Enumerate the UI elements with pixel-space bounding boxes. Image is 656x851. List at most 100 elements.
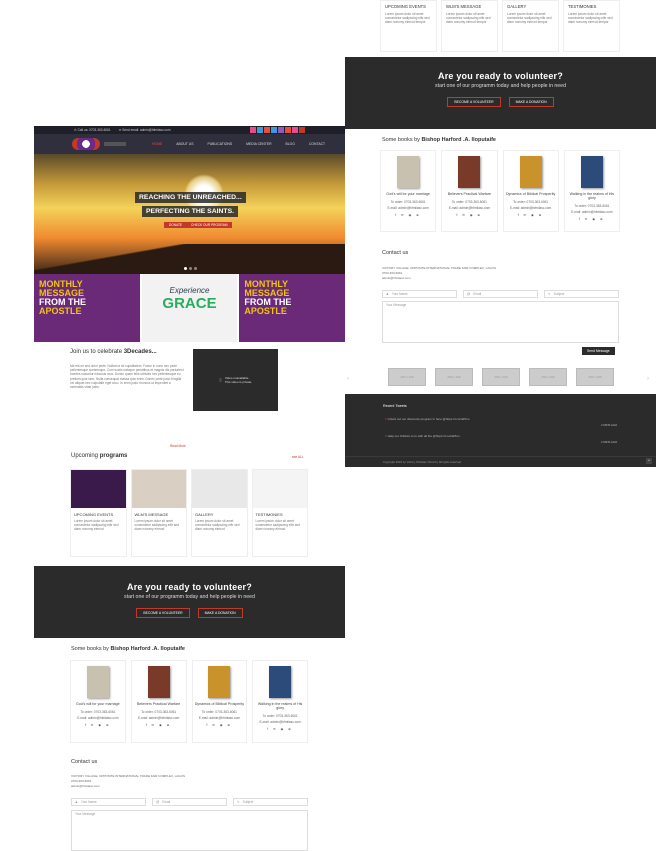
book-card[interactable]: God's will for your marriage To order: 07… [380, 150, 437, 232]
experience-grace-banner[interactable]: Experience GRACE [141, 274, 238, 342]
main-nav: HOME ABOUT US PUBLICATIONS MEDIA CENTER … [34, 134, 345, 154]
nav-publications[interactable]: PUBLICATIONS [207, 142, 232, 146]
ad-slot[interactable]: 250 x 100 [576, 368, 614, 386]
subject-input[interactable]: ✎ Subject [233, 798, 308, 806]
join-text: Ma est mi sed dolor pede. Nullam a sit c… [70, 364, 184, 390]
social-icons[interactable]: f ✉ ◉ ⊕ [567, 217, 617, 221]
monthly-message-banner[interactable]: MONTHLY MESSAGE FROM THE APOSTLE [239, 274, 346, 342]
social-icons[interactable]: f ✉ ◉ ⊕ [506, 213, 556, 217]
ad-slot[interactable]: 250 x 100 [529, 368, 567, 386]
card-text: Lorem ipsum dolor sit amet consectetur s… [134, 519, 179, 532]
book-card[interactable]: Dynamics of Biblical Prosperity To order:… [502, 150, 559, 232]
book-card[interactable]: Believers Practical Warfare To order: 070… [441, 150, 498, 232]
social-icons[interactable]: f ✉ ◉ ⊕ [255, 727, 305, 731]
linkedin-icon[interactable] [271, 127, 277, 133]
book-card[interactable]: Believers Practical Warfare To order: 070… [130, 660, 187, 743]
monthly-message-banner[interactable]: MONTHLY MESSAGE FROM THE APOSTLE [34, 274, 140, 342]
top-bar: ✆ Call us: 0703-363-6061 ✉ Send email: a… [34, 126, 345, 134]
right-books-title: Some books by Bishop Harford .A. Iloputa… [382, 137, 496, 143]
video-player[interactable]: ⓘ Video unavailable This video is private. [193, 349, 278, 411]
slider-dots[interactable] [184, 267, 197, 270]
tweet-2: ♥ Help our children to to with all the @… [385, 434, 460, 438]
ad-slot[interactable]: 250 x 100 [482, 368, 520, 386]
social-links [250, 127, 305, 133]
email-input[interactable]: @ Email [152, 798, 227, 806]
book-title: God's will for your marriage [76, 702, 120, 706]
twitter-icon[interactable] [257, 127, 263, 133]
card-testimonies[interactable]: TESTIMONIES Lorem ipsum dolor sit amet co… [251, 469, 308, 557]
message-textarea[interactable]: Your Message [71, 810, 308, 851]
name-input[interactable]: ♟ Your Name [71, 798, 146, 806]
rss-icon[interactable] [292, 127, 298, 133]
donate-button[interactable]: DONATE [164, 222, 188, 228]
book-cover [86, 666, 109, 698]
card-upcoming-events[interactable]: UPCOMING EVENTS Lorem ipsum dolor sit ame… [380, 0, 437, 52]
book-card[interactable]: Walking in the realms of His glory To ord… [252, 660, 308, 743]
scroll-top-icon[interactable]: ^ [646, 458, 652, 464]
card-gallery[interactable]: GALLERY Lorem ipsum dolor sit amet consec… [502, 0, 559, 52]
contact-email: admin@hfmiiasc.com [382, 276, 411, 280]
card-wlm-message[interactable]: WLM'S MESSAGE Lorem ipsum dolor sit amet … [441, 0, 498, 52]
book-card[interactable]: God's will for your marriage To order: 07… [70, 660, 126, 743]
carousel-prev-icon[interactable]: ‹ [347, 376, 349, 382]
check-program-button[interactable]: CHECK OUR PROGRAM [186, 222, 233, 228]
right-footer: Recent Tweets ♥ Check out our discounts … [345, 394, 656, 467]
book-card[interactable]: Dynamics of Biblical Prosperity To order:… [191, 660, 248, 743]
facebook-icon[interactable] [250, 127, 256, 133]
instagram-icon[interactable] [278, 127, 284, 133]
volunteer-subtitle: start one of our programm today and help… [435, 83, 566, 89]
hero-line-1: REACHING THE UNREACHED... [135, 192, 246, 203]
message-textarea[interactable]: Your Message [382, 301, 619, 343]
read-more-link[interactable]: Read More [170, 444, 186, 448]
ad-slot[interactable]: 250 x 100 [388, 368, 426, 386]
social-icons[interactable]: f ✉ ◉ ⊕ [444, 213, 494, 217]
ad-slot[interactable]: 250 x 100 [435, 368, 473, 386]
book-card[interactable]: Walking in the realms of His glory To ord… [563, 150, 620, 232]
become-volunteer-button[interactable]: BECOME A VOLUNTEER [136, 608, 190, 618]
card-wlm-message[interactable]: WLM'S MESSAGE Lorem ipsum dolor sit amet … [130, 469, 187, 557]
youtube-icon[interactable] [264, 127, 270, 133]
copyright: Copyright 2015 by Victory Christian Chur… [383, 460, 462, 464]
card-gallery[interactable]: GALLERY Lorem ipsum dolor sit amet consec… [191, 469, 248, 557]
book-cover [519, 156, 542, 188]
card-title: UPCOMING EVENTS [74, 512, 114, 517]
card-upcoming-events[interactable]: UPCOMING EVENTS Lorem ipsum dolor sit ame… [70, 469, 127, 557]
book-cover [580, 156, 603, 188]
card-testimonies[interactable]: TESTIMONIES Lorem ipsum dolor sit amet co… [563, 0, 620, 52]
nav-blog[interactable]: BLOG [286, 142, 295, 146]
book-order: To order: 0703-363-6061 [513, 200, 549, 204]
social-icons[interactable]: f ✉ ◉ ⊕ [195, 723, 245, 727]
tag-icon: ✎ [237, 800, 240, 804]
book-title: Dynamics of Biblical Prosperity [194, 702, 245, 706]
social-icons[interactable]: f ✉ ◉ ⊕ [73, 723, 123, 727]
nav-about[interactable]: ABOUT US [176, 142, 193, 146]
carousel-next-icon[interactable]: › [647, 376, 649, 382]
recent-tweets-title: Recent Tweets [383, 404, 407, 408]
programs-title: Upcoming programs [71, 453, 128, 459]
card-image [71, 470, 126, 508]
make-donation-button[interactable]: MAKE A DONATION [508, 97, 554, 107]
card-text: Lorem ipsum dolor sit amet consectetur s… [385, 12, 430, 25]
make-donation-button[interactable]: MAKE A DONATION [197, 608, 243, 618]
nav-home[interactable]: HOME [152, 142, 162, 146]
main-contact-info: VICTORY VILLAGE, OPPOSITE INTERNATIONAL … [71, 774, 185, 789]
see-all-link[interactable]: see ALL [292, 455, 304, 459]
become-volunteer-button[interactable]: BECOME A VOLUNTEER [447, 97, 501, 107]
church-logo[interactable] [72, 138, 100, 150]
card-title: GALLERY [507, 4, 527, 9]
social-icons[interactable]: f ✉ ◉ ⊕ [134, 723, 184, 727]
google-icon[interactable] [285, 127, 291, 133]
social-icons[interactable]: f ✉ ◉ ⊕ [383, 213, 433, 217]
name-input[interactable]: ♟ Your Name [382, 290, 457, 298]
email-input[interactable]: @ Email [463, 290, 538, 298]
nav-contact[interactable]: CONTACT [309, 142, 325, 146]
nav-media-center[interactable]: MEDIA CENTER [246, 142, 271, 146]
hero-line-2: PERFECTING THE SAINTS. [142, 206, 238, 217]
ad-slots: 250 x 100 250 x 100 250 x 100 250 x 100 … [388, 368, 614, 386]
user-icon: ♟ [386, 292, 389, 296]
pinterest-icon[interactable] [299, 127, 305, 133]
send-message-button[interactable]: Send Message [582, 347, 615, 355]
right-contact-title: Contact us [382, 250, 409, 256]
subject-input[interactable]: ✎ Subject [544, 290, 619, 298]
card-text: Lorem ipsum dolor sit amet consectetur s… [74, 519, 119, 532]
